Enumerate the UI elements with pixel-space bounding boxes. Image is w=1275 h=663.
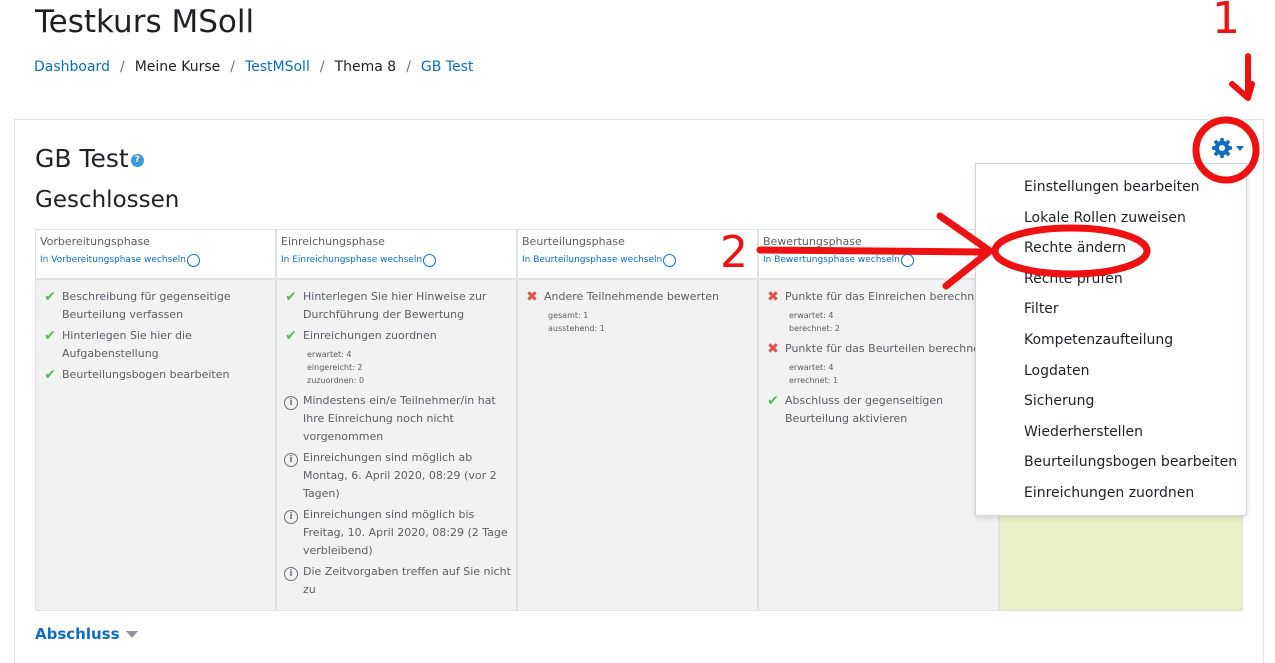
annotation-arrowhead-1 [1229, 81, 1255, 101]
annotation-number-1: 1 [1212, 0, 1240, 44]
annotation-circle-menu-item [991, 224, 1151, 278]
completion-section-toggle[interactable]: Abschluss [35, 625, 138, 643]
annotation-number-2: 2 [720, 227, 748, 278]
annotation-circle-gear [1192, 116, 1260, 184]
annotation-arrow-2 [756, 246, 989, 256]
chevron-down-icon [125, 630, 138, 638]
annotation-overlay [756, 53, 1260, 290]
completion-label: Abschluss [35, 625, 120, 643]
